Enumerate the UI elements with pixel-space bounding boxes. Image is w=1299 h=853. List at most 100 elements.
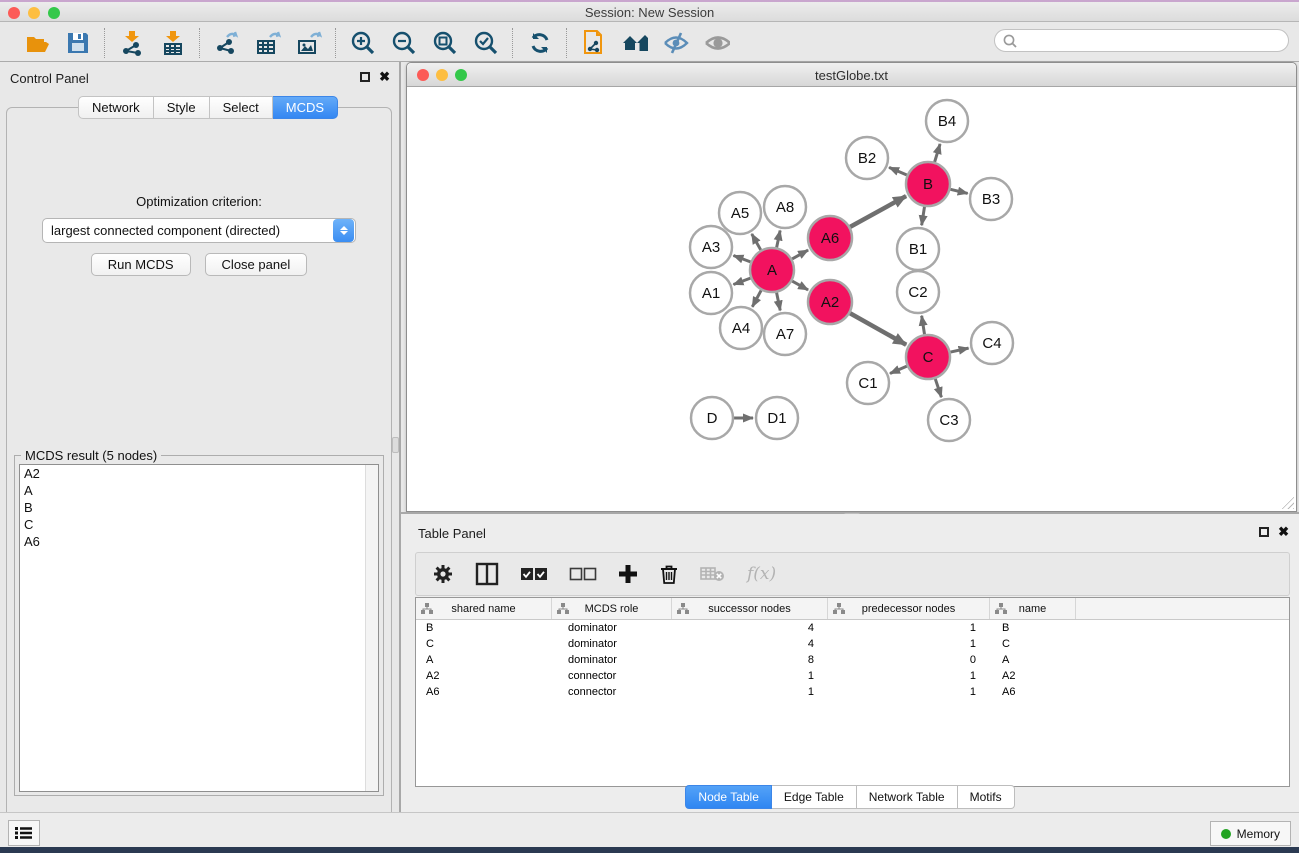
graph-node-A7[interactable]: A7 [764, 313, 806, 355]
import-table-icon[interactable] [159, 29, 186, 56]
graph-node-A8[interactable]: A8 [764, 186, 806, 228]
network-canvas[interactable]: B4B2BB3A5A8A6A3B1AA1C2A2A4A7C4CC1C3DD1 [408, 88, 1295, 510]
network-window-titlebar[interactable]: testGlobe.txt [407, 63, 1296, 87]
mcds-result-item[interactable]: A2 [20, 465, 365, 482]
graph-edge-A2-C[interactable] [850, 313, 906, 345]
function-builder-icon[interactable]: f(x) [747, 564, 776, 584]
graph-node-B[interactable]: B [906, 162, 950, 206]
export-table-icon[interactable] [254, 29, 281, 56]
home-icon[interactable] [621, 29, 648, 56]
graph-edge-C-C3[interactable] [935, 379, 941, 397]
table-close-panel-icon[interactable]: ✖ [1278, 527, 1289, 537]
graph-edge-A-A6[interactable] [792, 250, 808, 259]
graph-node-A2[interactable]: A2 [808, 280, 852, 324]
float-panel-icon[interactable] [360, 72, 370, 82]
column-header-predecessor-nodes[interactable]: predecessor nodes [828, 598, 990, 619]
graph-node-A4[interactable]: A4 [720, 307, 762, 349]
tab-mcds[interactable]: MCDS [273, 96, 338, 119]
network-overview-icon[interactable] [580, 29, 607, 56]
graph-node-B3[interactable]: B3 [970, 178, 1012, 220]
delete-icon[interactable] [659, 563, 679, 585]
graph-node-D[interactable]: D [691, 397, 733, 439]
graph-edge-A-A8[interactable] [777, 231, 781, 248]
graph-edge-C-C2[interactable] [922, 316, 925, 335]
zoom-in-icon[interactable] [349, 29, 376, 56]
graph-node-C2[interactable]: C2 [897, 271, 939, 313]
graph-node-B4[interactable]: B4 [926, 100, 968, 142]
graph-edge-B-B3[interactable] [950, 189, 967, 193]
table-float-panel-icon[interactable] [1259, 527, 1269, 537]
tab-motifs[interactable]: Motifs [958, 785, 1015, 809]
graph-node-C[interactable]: C [906, 335, 950, 379]
graph-node-B2[interactable]: B2 [846, 137, 888, 179]
table-row[interactable]: A6connector11A6 [416, 684, 1289, 700]
run-mcds-button[interactable]: Run MCDS [91, 253, 191, 276]
column-header-name[interactable]: name [990, 598, 1076, 619]
graph-node-A3[interactable]: A3 [690, 226, 732, 268]
table-row[interactable]: Cdominator41C [416, 636, 1289, 652]
graph-edge-B-B2[interactable] [889, 167, 907, 175]
save-session-icon[interactable] [64, 29, 91, 56]
select-all-icon[interactable] [520, 566, 548, 582]
zoom-out-icon[interactable] [390, 29, 417, 56]
graph-edge-A-A1[interactable] [733, 278, 750, 284]
criterion-select[interactable]: largest connected component (directed) [42, 218, 356, 243]
graph-edge-A6-B[interactable] [850, 196, 906, 227]
tab-select[interactable]: Select [210, 96, 273, 119]
columns-icon[interactable] [475, 562, 499, 586]
graph-node-C3[interactable]: C3 [928, 399, 970, 441]
close-panel-button[interactable]: Close panel [205, 253, 308, 276]
column-header-mcds-role[interactable]: MCDS role [552, 598, 672, 619]
graph-node-B1[interactable]: B1 [897, 228, 939, 270]
export-image-icon[interactable] [295, 29, 322, 56]
table-row[interactable]: A2connector11A2 [416, 668, 1289, 684]
import-network-icon[interactable] [118, 29, 145, 56]
zoom-selected-icon[interactable] [472, 29, 499, 56]
tab-node-table[interactable]: Node Table [685, 785, 772, 809]
task-history-button[interactable] [8, 820, 40, 846]
graph-node-A1[interactable]: A1 [690, 272, 732, 314]
mcds-list-scrollbar[interactable] [365, 465, 378, 791]
column-header-successor-nodes[interactable]: successor nodes [672, 598, 828, 619]
graph-edge-A-A2[interactable] [792, 281, 808, 290]
table-row[interactable]: Adominator80A [416, 652, 1289, 668]
mcds-result-item[interactable]: A6 [20, 533, 365, 550]
unselect-all-icon[interactable] [569, 566, 597, 582]
open-file-icon[interactable] [23, 29, 50, 56]
birds-eye-view-icon[interactable] [662, 29, 689, 56]
show-graphics-icon[interactable] [703, 29, 730, 56]
gear-icon[interactable] [432, 563, 454, 585]
tab-edge-table[interactable]: Edge Table [772, 785, 857, 809]
tab-network[interactable]: Network [78, 96, 154, 119]
mcds-result-item[interactable]: A [20, 482, 365, 499]
mcds-result-item[interactable]: B [20, 499, 365, 516]
graph-edge-C-C1[interactable] [890, 366, 907, 373]
graph-node-A[interactable]: A [750, 248, 794, 292]
search-input[interactable] [1018, 34, 1268, 48]
graph-edge-A-A5[interactable] [752, 234, 761, 250]
graph-edge-A-A7[interactable] [777, 293, 781, 311]
graph-edge-C-C4[interactable] [950, 348, 968, 352]
graph-edge-B-B4[interactable] [935, 144, 940, 162]
graph-node-A6[interactable]: A6 [808, 216, 852, 260]
tab-style[interactable]: Style [154, 96, 210, 119]
vertical-splitter-handle[interactable] [392, 437, 399, 453]
add-icon[interactable] [618, 564, 638, 584]
graph-node-C4[interactable]: C4 [971, 322, 1013, 364]
column-header-shared-name[interactable]: shared name [416, 598, 552, 619]
refresh-icon[interactable] [526, 29, 553, 56]
graph-node-C1[interactable]: C1 [847, 362, 889, 404]
graph-edge-B-B1[interactable] [922, 207, 925, 226]
graph-node-D1[interactable]: D1 [756, 397, 798, 439]
tab-network-table[interactable]: Network Table [857, 785, 958, 809]
search-field[interactable] [994, 29, 1289, 52]
zoom-fit-icon[interactable] [431, 29, 458, 56]
table-row[interactable]: Bdominator41B [416, 620, 1289, 636]
mcds-result-item[interactable]: C [20, 516, 365, 533]
memory-button[interactable]: Memory [1210, 821, 1291, 846]
close-panel-icon[interactable]: ✖ [379, 72, 390, 82]
graph-edge-A-A3[interactable] [733, 255, 750, 261]
graph-edge-A-A4[interactable] [752, 290, 761, 307]
delete-table-icon[interactable] [700, 565, 726, 583]
export-network-icon[interactable] [213, 29, 240, 56]
